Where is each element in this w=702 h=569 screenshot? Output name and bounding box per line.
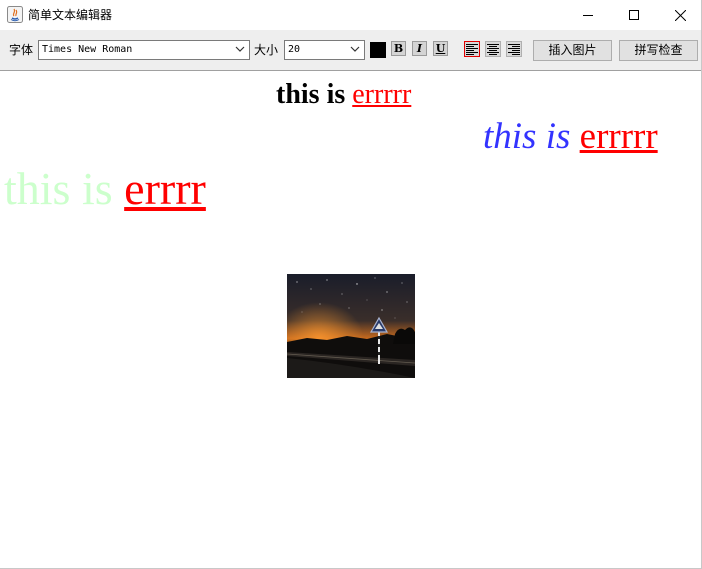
editor-window: 简单文本编辑器 字体 Times New Roman 大小 20 B I U 插… xyxy=(0,0,702,569)
text-run-misspelled: errrrr xyxy=(352,79,412,110)
align-center-button[interactable] xyxy=(485,41,501,57)
document-editor[interactable]: this is errrrr this is errrrr this is er… xyxy=(0,72,701,568)
font-size-value: 20 xyxy=(288,44,301,55)
text-color-swatch[interactable] xyxy=(370,42,386,58)
java-app-icon xyxy=(7,6,23,23)
font-family-value: Times New Roman xyxy=(42,44,133,55)
document-line-1: this is errrrr xyxy=(276,78,411,112)
size-label: 大小 xyxy=(254,43,279,57)
text-run-italic: this is xyxy=(483,116,580,157)
window-title: 简单文本编辑器 xyxy=(28,8,113,22)
maximize-button[interactable] xyxy=(611,0,657,30)
text-run-plain: this is xyxy=(276,79,353,110)
bold-button[interactable]: B xyxy=(391,41,406,56)
inserted-image[interactable] xyxy=(287,274,415,378)
spell-check-button[interactable]: 拼写检查 xyxy=(619,40,698,61)
close-button[interactable] xyxy=(657,0,702,30)
minimize-button[interactable] xyxy=(565,0,611,30)
align-left-button[interactable] xyxy=(464,41,480,57)
align-center-icon xyxy=(487,44,499,55)
minimize-icon xyxy=(583,15,593,16)
insert-image-button[interactable]: 插入图片 xyxy=(533,40,612,61)
chevron-down-icon xyxy=(235,46,245,52)
document-line-3: this is errrr xyxy=(4,162,206,216)
align-right-button[interactable] xyxy=(506,41,522,57)
document-line-2: this is errrrr xyxy=(483,115,658,159)
text-run-misspelled: errrr xyxy=(124,163,206,214)
maximize-icon xyxy=(629,10,639,20)
text-run-light-green: this is xyxy=(4,163,125,214)
align-right-icon xyxy=(508,44,520,55)
chevron-down-icon xyxy=(350,46,360,52)
font-size-select[interactable]: 20 xyxy=(284,40,365,60)
night-road-image xyxy=(287,274,415,378)
font-family-select[interactable]: Times New Roman xyxy=(38,40,250,60)
font-label: 字体 xyxy=(9,43,34,57)
italic-button[interactable]: I xyxy=(412,41,427,56)
title-bar[interactable]: 简单文本编辑器 xyxy=(0,0,701,30)
close-icon xyxy=(674,9,686,21)
align-left-icon xyxy=(466,44,478,55)
text-run-misspelled: errrrr xyxy=(579,116,658,157)
underline-button[interactable]: U xyxy=(433,41,448,56)
